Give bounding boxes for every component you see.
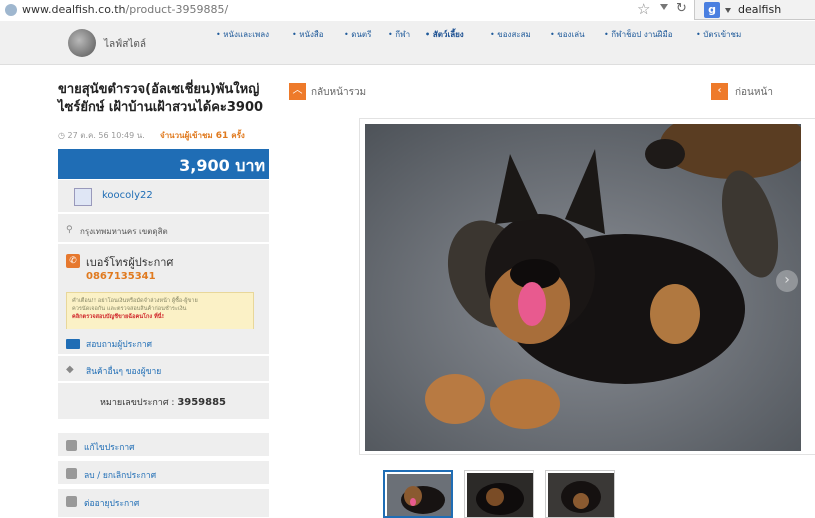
phone-panel: ✆ เบอร์โทรผู้ประกาศ 0867135341 คำเตือน!!… (58, 244, 269, 332)
thumbnail-image (467, 473, 533, 517)
phone-number[interactable]: 0867135341 (86, 271, 156, 282)
location-text: กรุงเทพมหานคร เขตดุสิต (80, 227, 168, 236)
nav-item-tickets[interactable]: บัตรเข้าชม (696, 28, 741, 41)
price-banner: 3,900 บาท (58, 149, 269, 179)
previous-label: ก่อนหน้า (735, 87, 773, 98)
scam-check-link[interactable]: คลิกตรวจสอบบัญชีขายฉ้อคนโกง ที่นี่! (72, 314, 164, 320)
posted-date: ◷ 27 ต.ค. 56 10:49 น. (58, 131, 145, 140)
reload-icon[interactable]: ↻ (676, 1, 687, 16)
scam-warning: คำเตือน!! อย่าโอนเงินหรือมัดจำล่วงหน้า ผ… (66, 292, 254, 330)
trash-icon (66, 468, 77, 479)
map-pin-icon: ⚲ (66, 225, 73, 235)
envelope-icon (66, 339, 80, 349)
nav-item-books[interactable]: หนังสือ (292, 28, 323, 41)
nav-item-toys[interactable]: ของเล่น (550, 28, 584, 41)
nav-item-shop-crafts[interactable]: กีฬาช็อป งานฝีมือ (604, 28, 672, 41)
edit-icon (66, 440, 77, 451)
logo-text[interactable]: ไลฟ์สไตล์ (104, 37, 146, 52)
bookmark-star-icon[interactable]: ☆ (637, 0, 650, 18)
warning-line: ควรนัดเจอกัน และตรวจสอบสินค้าก่อนชำระเงิ… (72, 306, 187, 312)
lifestyle-logo-icon[interactable] (68, 29, 96, 57)
seller-name[interactable]: koocoly22 (102, 190, 153, 201)
seller-panel[interactable]: koocoly22 (58, 180, 269, 213)
search-input[interactable]: dealfish (738, 3, 781, 16)
edit-ad-link[interactable]: แก้ไขประกาศ (84, 440, 135, 454)
view-count: จำนวนผู้เข้าชม 61 ครั้ง (160, 131, 245, 141)
google-icon[interactable]: g (704, 2, 720, 18)
nav-item-collectibles[interactable]: ของสะสม (490, 28, 531, 41)
back-to-list-label: กลับหน้ารวม (311, 87, 367, 98)
search-engine-dropdown-icon[interactable] (725, 8, 731, 13)
edit-panel[interactable]: แก้ไขประกาศ (58, 433, 269, 457)
renew-ad-link[interactable]: ต่ออายุประกาศ (84, 496, 139, 510)
address-bar[interactable]: www.dealfish.co.th/product-3959885/ ☆ ↻ (0, 0, 695, 20)
delete-ad-link[interactable]: ลบ / ยกเลิกประกาศ (84, 468, 156, 482)
other-items-panel[interactable]: ◆ สินค้าอื่นๆ ของผู้ขาย (58, 356, 269, 382)
nav-item-sports[interactable]: กีฬา (388, 28, 410, 41)
thumbnail[interactable] (464, 470, 534, 518)
nav-item-pets[interactable]: สัตว์เลี้ยง (425, 28, 464, 41)
thumbnail-image (548, 473, 614, 517)
url-text[interactable]: www.dealfish.co.th/product-3959885/ (22, 3, 228, 16)
delete-panel[interactable]: ลบ / ยกเลิกประกาศ (58, 461, 269, 485)
site-nav: ไลฟ์สไตล์ หนังและเพลง หนังสือ ดนตรี กีฬา… (0, 21, 815, 65)
thumbnail[interactable] (383, 470, 453, 518)
other-items-link[interactable]: สินค้าอื่นๆ ของผู้ขาย (86, 364, 161, 378)
contact-seller-link[interactable]: สอบถามผู้ประกาศ (86, 337, 152, 351)
warning-line: คำเตือน!! อย่าโอนเงินหรือมัดจำล่วงหน้า ผ… (72, 298, 198, 304)
avatar[interactable] (74, 188, 92, 206)
nav-item-movies-music[interactable]: หนังและเพลง (216, 28, 269, 41)
renew-panel[interactable]: ต่ออายุประกาศ (58, 489, 269, 518)
thumbnail[interactable] (545, 470, 615, 518)
listing-title: ขายสุนัขตำรวจ(อัลเซเชี่ยน)พันใหญ่ ไซร์ยั… (58, 82, 264, 115)
ad-number-panel: หมายเลขประกาศ : 3959885 (58, 383, 269, 420)
location-panel: ⚲ กรุงเทพมหานคร เขตดุสิต (58, 214, 269, 243)
tag-icon: ◆ (66, 364, 74, 375)
contact-panel[interactable]: สอบถามผู้ประกาศ (58, 329, 269, 355)
nav-item-music-instruments[interactable]: ดนตรี (344, 28, 371, 41)
browser-toolbar: www.dealfish.co.th/product-3959885/ ☆ ↻ … (0, 0, 815, 20)
thumbnail-image (387, 474, 451, 516)
phone-label: เบอร์โทรผู้ประกาศ (86, 256, 174, 269)
main-photo[interactable] (365, 124, 801, 451)
refresh-icon (66, 496, 77, 507)
chevron-left-icon: ‹ (711, 83, 728, 100)
phone-icon: ✆ (66, 254, 80, 268)
url-dropdown-icon[interactable] (660, 4, 668, 10)
chevron-up-icon: ︿ (289, 83, 306, 100)
ad-number: หมายเลขประกาศ : 3959885 (100, 397, 227, 408)
next-photo-arrow-icon[interactable]: › (776, 270, 798, 292)
site-favicon-icon (5, 4, 17, 16)
puppy-photo (365, 124, 801, 451)
